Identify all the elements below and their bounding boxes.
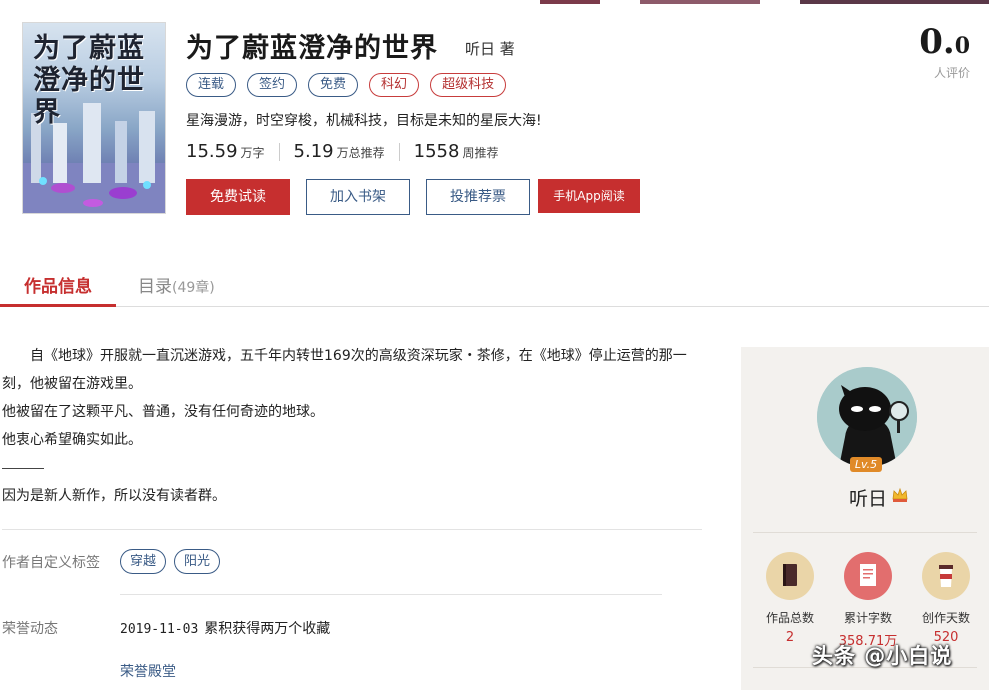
book-icon — [766, 552, 814, 600]
watermark-text: 头条 @小白说 — [812, 644, 953, 668]
honor-text: 累积获得两万个收藏 — [204, 621, 331, 637]
author-name[interactable]: 听日 著 — [465, 38, 515, 59]
book-description: 自《地球》开服就一直沉迷游戏，五千年内转世169次的高级资深玩家・茶修，在《地球… — [2, 342, 692, 510]
cover-title: 为了蔚蓝澄净的世界 — [33, 33, 145, 128]
custom-tag[interactable]: 阳光 — [174, 549, 221, 574]
document-icon — [844, 552, 892, 600]
tab-bar: 作品信息 目录(49章) — [0, 266, 989, 307]
tab-catalog[interactable]: 目录(49章) — [138, 272, 215, 297]
description-paragraph: 自《地球》开服就一直沉迷游戏，五千年内转世169次的高级资深玩家・茶修，在《地球… — [2, 348, 687, 392]
level-badge: Lv.5 — [850, 457, 882, 472]
custom-tags: 穿越 阳光 — [120, 549, 221, 574]
book-title: 为了蔚蓝澄净的世界 — [186, 33, 438, 64]
custom-tags-label: 作者自定义标签 — [2, 555, 100, 571]
stat-word-count: 15.59 万字 — [186, 141, 265, 162]
description-paragraph: 他被留在了这颗平凡、普通，没有任何奇迹的地球。 — [2, 404, 324, 420]
description-paragraph: 因为是新人新作，所以没有读者群。 — [2, 488, 226, 504]
rating-score: 0.0 — [919, 22, 970, 62]
tab-book-info[interactable]: 作品信息 — [24, 272, 92, 297]
divider — [398, 142, 400, 161]
description-paragraph: 他衷心希望确实如此。 — [2, 432, 142, 448]
custom-tag[interactable]: 穿越 — [120, 549, 167, 574]
stat-weekly-recommend: 1558 周推荐 — [413, 141, 499, 162]
book-tags: 连载 签约 免费 科幻 超级科技 — [186, 73, 507, 97]
stat-total-recommend: 5.19 万总推荐 — [293, 141, 385, 162]
description-divider — [2, 468, 44, 469]
tag-subgenre[interactable]: 超级科技 — [430, 73, 507, 97]
coffee-cup-icon — [922, 552, 970, 600]
section-divider — [2, 529, 702, 530]
tag-signed: 签约 — [247, 73, 298, 97]
read-free-button[interactable]: 免费试读 — [186, 179, 290, 215]
active-tab-indicator — [0, 304, 116, 307]
avatar[interactable] — [817, 367, 917, 467]
crown-icon — [892, 487, 908, 502]
panel-divider — [753, 532, 977, 533]
book-cover[interactable]: 为了蔚蓝澄净的世界 — [22, 22, 166, 214]
divider — [278, 142, 280, 161]
app-read-button[interactable]: 手机App阅读 — [538, 179, 640, 213]
stat-writing-days: 创作天数 520 — [910, 552, 982, 645]
rating-box: 0.0 人评价 — [910, 22, 970, 81]
rating-label: 人评价 — [933, 66, 970, 80]
honor-entry: 2019-11-03 累积获得两万个收藏 — [120, 618, 330, 638]
action-buttons: 免费试读 加入书架 投推荐票 手机App阅读 — [186, 179, 640, 215]
book-stats: 15.59 万字 5.19 万总推荐 1558 周推荐 — [186, 141, 498, 162]
author-panel-name[interactable]: 听日 — [849, 484, 887, 511]
avatar-figure-icon — [817, 367, 917, 467]
book-intro: 星海漫游，时空穿梭，机械科技，目标是未知的星辰大海! — [186, 113, 542, 129]
section-divider — [120, 594, 662, 595]
top-banner-strip — [0, 0, 989, 4]
honor-date: 2019-11-03 — [120, 622, 199, 637]
author-panel: Lv.5 听日 作品总数 2 累计字数 358.71万 创作天数 520 — [741, 347, 989, 690]
tag-status: 连载 — [186, 73, 237, 97]
vote-recommend-button[interactable]: 投推荐票 — [426, 179, 530, 215]
honors-label: 荣誉动态 — [2, 621, 58, 637]
hall-of-honor-link[interactable]: 荣誉殿堂 — [120, 661, 176, 681]
add-to-shelf-button[interactable]: 加入书架 — [306, 179, 410, 215]
stat-works-count: 作品总数 2 — [754, 552, 826, 645]
stat-total-words: 累计字数 358.71万 — [832, 552, 904, 649]
tag-genre[interactable]: 科幻 — [369, 73, 420, 97]
tag-free: 免费 — [308, 73, 359, 97]
